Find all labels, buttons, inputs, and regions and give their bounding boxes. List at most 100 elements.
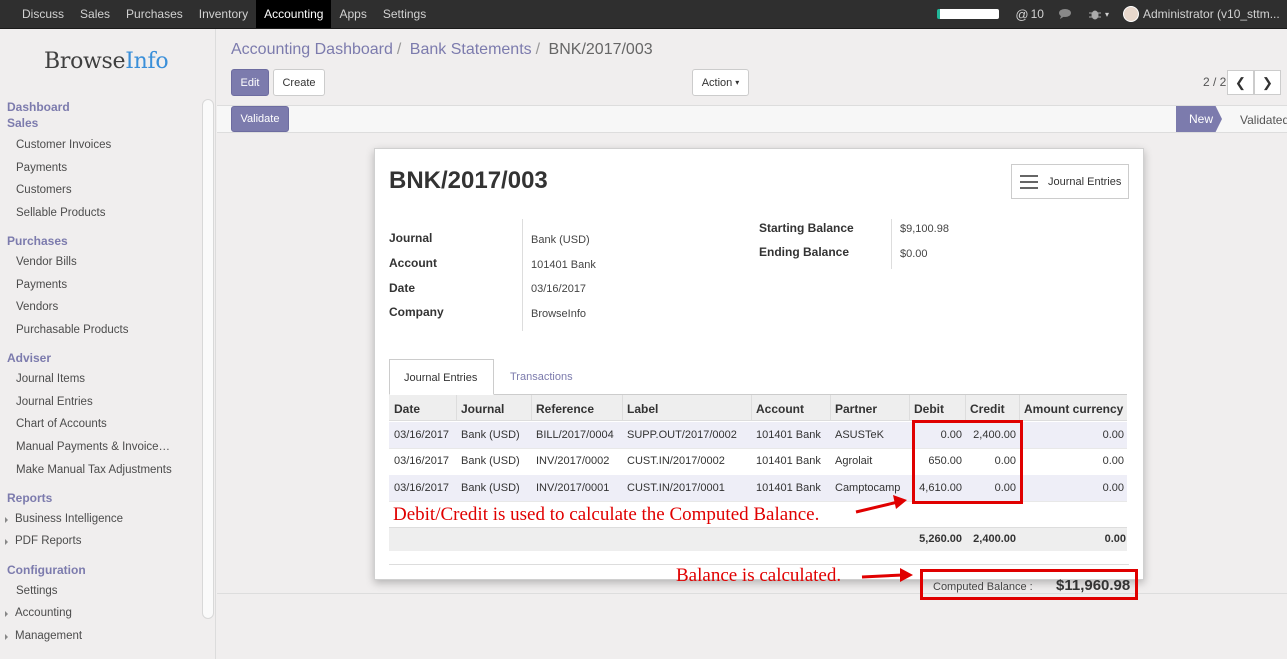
starting-balance-value: $9,100.98 bbox=[900, 223, 949, 235]
column-partner[interactable]: Partner bbox=[835, 402, 877, 416]
column-divider bbox=[830, 395, 831, 421]
sidebar-section-reports: Reports bbox=[7, 491, 53, 505]
pager-next-button[interactable]: ❯ bbox=[1254, 70, 1281, 95]
account-label: Account bbox=[389, 256, 437, 270]
row-journal: Bank (USD) bbox=[461, 455, 520, 467]
action-dropdown[interactable]: Action ▾ bbox=[692, 69, 749, 96]
chevron-right-icon: ❯ bbox=[1262, 74, 1273, 90]
column-debit[interactable]: Debit bbox=[914, 402, 944, 416]
row-amount-currency: 0.00 bbox=[1102, 482, 1124, 494]
sidebar-item-management[interactable]: Management bbox=[5, 630, 193, 642]
sidebar-item-sellable-products[interactable]: Sellable Products bbox=[16, 207, 194, 219]
column-journal[interactable]: Journal bbox=[461, 402, 504, 416]
debit-credit-highlight-box bbox=[912, 420, 1023, 504]
pager-previous-button[interactable]: ❮ bbox=[1227, 70, 1254, 95]
starting-balance-label: Starting Balance bbox=[759, 221, 854, 235]
breadcrumb-current: BNK/2017/003 bbox=[548, 41, 653, 58]
action-label: Action bbox=[701, 76, 733, 89]
validate-button[interactable]: Validate bbox=[231, 106, 289, 132]
messages-button[interactable]: @ 10 bbox=[1015, 7, 1044, 22]
menu-purchases[interactable]: Purchases bbox=[118, 0, 191, 28]
column-divider bbox=[1019, 395, 1020, 421]
column-account[interactable]: Account bbox=[756, 402, 804, 416]
progress-indicator[interactable] bbox=[937, 9, 1000, 19]
row-amount-currency: 0.00 bbox=[1102, 429, 1124, 441]
tab-transactions[interactable]: Transactions bbox=[510, 371, 573, 383]
sidebar-item-accounting[interactable]: Accounting bbox=[5, 607, 193, 619]
sidebar-item-purchase-payments[interactable]: Payments bbox=[16, 279, 194, 291]
menu-settings[interactable]: Settings bbox=[375, 0, 434, 28]
avatar bbox=[1123, 6, 1139, 22]
column-amount-currency[interactable]: Amount currency bbox=[1024, 402, 1123, 416]
record-title: BNK/2017/003 bbox=[389, 167, 548, 194]
sidebar-item-business-intelligence[interactable]: Business Intelligence bbox=[5, 513, 193, 525]
status-new[interactable]: New bbox=[1176, 106, 1222, 132]
bug-icon bbox=[1088, 10, 1101, 20]
field-divider bbox=[522, 219, 523, 331]
row-account: 101401 Bank bbox=[756, 455, 821, 467]
status-validated[interactable]: Validated bbox=[1240, 113, 1287, 127]
row-partner: Agrolait bbox=[835, 455, 873, 467]
total-debit: 5,260.00 bbox=[919, 533, 962, 545]
company-label: Company bbox=[389, 305, 444, 319]
ending-balance-value: $0.00 bbox=[900, 248, 928, 260]
sidebar-item-manual-payments[interactable]: Manual Payments & Invoice Matching bbox=[16, 441, 172, 453]
sidebar-item-journal-entries[interactable]: Journal Entries bbox=[16, 396, 194, 408]
sidebar-item-customer-invoices[interactable]: Customer Invoices bbox=[16, 139, 194, 151]
sidebar-item-settings[interactable]: Settings bbox=[16, 585, 194, 597]
column-label[interactable]: Label bbox=[627, 402, 658, 416]
caret-right-icon bbox=[5, 539, 8, 545]
systray: @ 10 ▾ Administrator (v10_sttm... bbox=[937, 0, 1287, 28]
row-partner: Camptocamp bbox=[835, 482, 901, 494]
row-reference: BILL/2017/0004 bbox=[536, 429, 614, 441]
debit-credit-annotation: Debit/Credit is used to calculate the Co… bbox=[393, 504, 820, 525]
menu-accounting[interactable]: Accounting bbox=[256, 0, 332, 28]
column-divider bbox=[622, 395, 623, 421]
sidebar-item-customers[interactable]: Customers bbox=[16, 184, 194, 196]
sidebar-section-sales: Sales bbox=[7, 116, 39, 130]
user-menu[interactable]: Administrator (v10_sttm... bbox=[1123, 6, 1281, 22]
pager-value: 2 / 2 bbox=[1203, 75, 1227, 89]
date-label: Date bbox=[389, 281, 416, 295]
journal-value: Bank (USD) bbox=[531, 234, 590, 246]
chevron-left-icon: ❮ bbox=[1235, 74, 1246, 90]
column-date[interactable]: Date bbox=[394, 402, 420, 416]
menu-sales[interactable]: Sales bbox=[72, 0, 118, 28]
sidebar-item-vendors[interactable]: Vendors bbox=[16, 301, 194, 313]
sidebar-item-manual-tax[interactable]: Make Manual Tax Adjustments bbox=[16, 464, 172, 476]
breadcrumb-bank-statements[interactable]: Bank Statements bbox=[410, 41, 532, 58]
sidebar-section-configuration: Configuration bbox=[7, 563, 86, 577]
breadcrumb-accounting-dashboard[interactable]: Accounting Dashboard bbox=[231, 41, 393, 58]
menu-inventory[interactable]: Inventory bbox=[191, 0, 256, 28]
menu-apps[interactable]: Apps bbox=[331, 0, 374, 28]
total-credit: 2,400.00 bbox=[973, 533, 1016, 545]
sidebar-item-journal-items[interactable]: Journal Items bbox=[16, 373, 194, 385]
row-date: 03/16/2017 bbox=[394, 429, 450, 441]
sidebar-item-chart-of-accounts[interactable]: Chart of Accounts bbox=[16, 418, 194, 430]
balance-divider bbox=[891, 219, 892, 269]
sidebar-item-sales-payments[interactable]: Payments bbox=[16, 162, 194, 174]
sidebar-item-purchasable-products[interactable]: Purchasable Products bbox=[16, 324, 194, 336]
column-divider bbox=[909, 395, 910, 421]
journal-entries-smart-button[interactable]: Journal Entries bbox=[1011, 164, 1129, 199]
date-value: 03/16/2017 bbox=[531, 283, 587, 295]
sidebar-item-pdf-reports[interactable]: PDF Reports bbox=[5, 535, 193, 547]
row-partner: ASUSTeK bbox=[835, 429, 884, 441]
column-credit[interactable]: Credit bbox=[970, 402, 1005, 416]
row-account: 101401 Bank bbox=[756, 482, 821, 494]
tab-journal-entries[interactable]: Journal Entries bbox=[389, 359, 494, 395]
caret-right-icon bbox=[5, 611, 8, 617]
company-value: BrowseInfo bbox=[531, 308, 587, 320]
column-divider bbox=[751, 395, 752, 421]
sidebar-section-dashboard[interactable]: Dashboard bbox=[7, 100, 70, 114]
chat-button[interactable] bbox=[1058, 8, 1074, 20]
create-button[interactable]: Create bbox=[273, 69, 325, 96]
company-logo: BrowseInfo bbox=[44, 49, 169, 74]
menu-discuss[interactable]: Discuss bbox=[14, 0, 72, 28]
column-reference[interactable]: Reference bbox=[536, 402, 594, 416]
sidebar-item-vendor-bills[interactable]: Vendor Bills bbox=[16, 256, 194, 268]
sidebar-scrollbar[interactable] bbox=[202, 99, 214, 619]
row-reference: INV/2017/0002 bbox=[536, 455, 610, 467]
edit-button[interactable]: Edit bbox=[231, 69, 269, 96]
debug-button[interactable]: ▾ bbox=[1088, 8, 1109, 20]
